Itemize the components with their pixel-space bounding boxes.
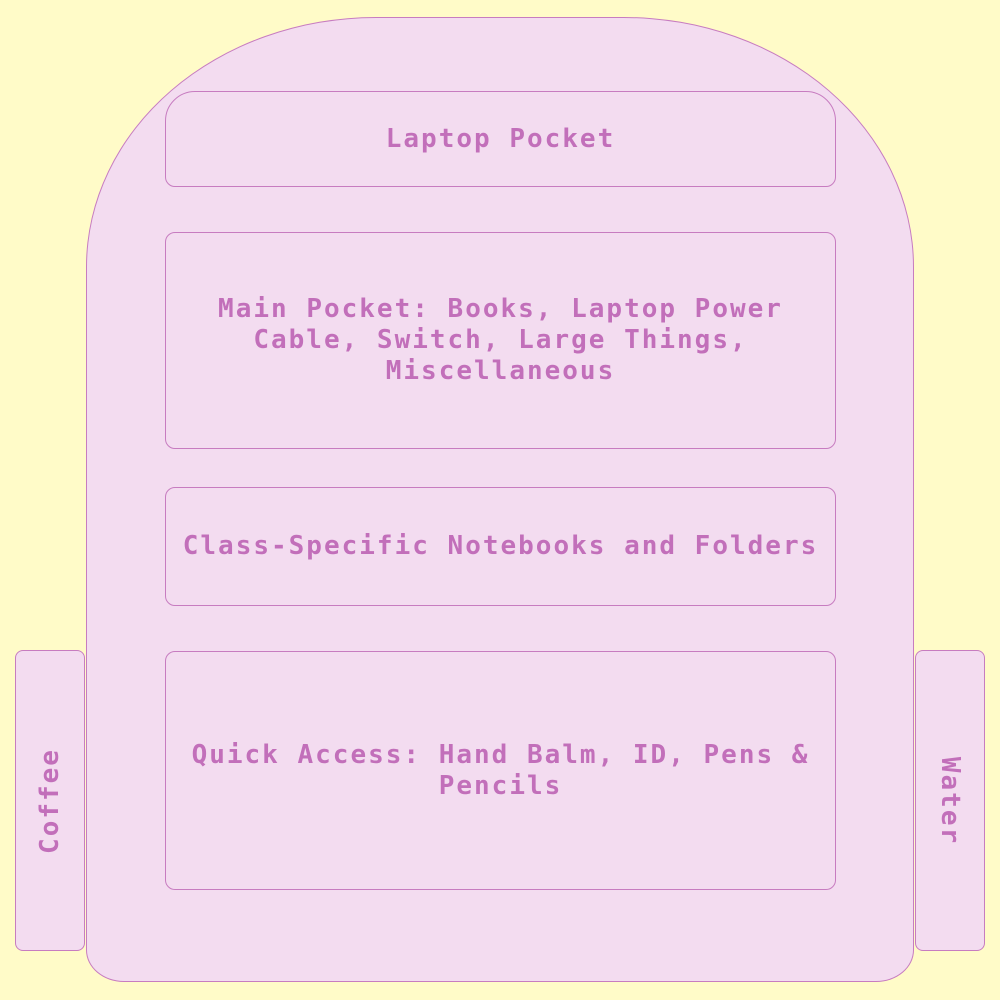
quick-access-pocket-label: Quick Access: Hand Balm, ID, Pens & Penc… — [191, 739, 810, 801]
side-pocket-right: Water — [915, 650, 985, 951]
class-pocket-label: Class-Specific Notebooks and Folders — [182, 531, 819, 561]
main-pocket: Main Pocket: Books, Laptop Power Cable, … — [165, 232, 836, 449]
class-pocket: Class-Specific Notebooks and Folders — [165, 487, 836, 606]
side-pocket-left-label: Coffee — [35, 747, 66, 854]
main-pocket-label: Main Pocket: Books, Laptop Power Cable, … — [218, 294, 783, 386]
side-pocket-left: Coffee — [15, 650, 85, 951]
side-pocket-right-label: Water — [935, 756, 965, 845]
quick-access-pocket: Quick Access: Hand Balm, ID, Pens & Penc… — [165, 651, 836, 890]
laptop-pocket-label: Laptop Pocket — [385, 123, 616, 154]
laptop-pocket: Laptop Pocket — [165, 91, 836, 187]
